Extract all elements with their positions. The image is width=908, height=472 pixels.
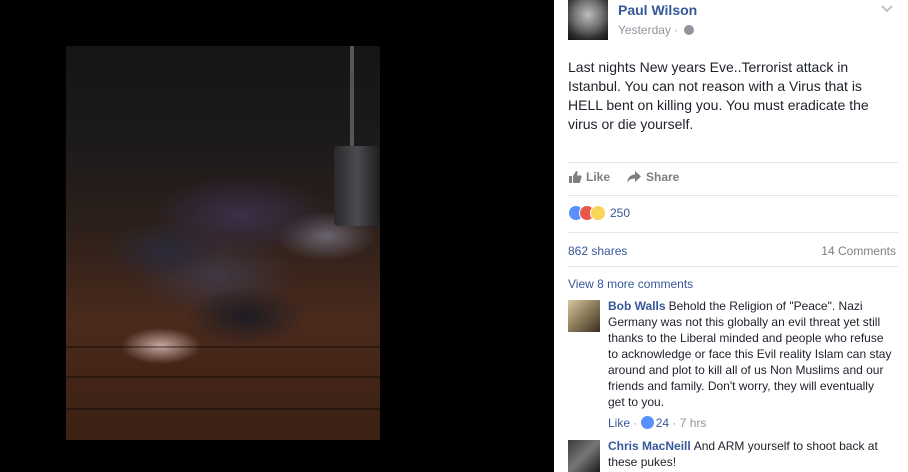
share-label: Share (646, 170, 680, 184)
view-more-comments-link[interactable]: View 8 more comments (568, 277, 693, 291)
sad-reaction-icon (590, 205, 606, 221)
meta-separator: · (672, 416, 677, 430)
reaction-count: 250 (610, 206, 631, 220)
post-panel: Paul Wilson Yesterday · Last nights New … (554, 0, 908, 472)
comment-text: Behold the Religion of "Peace". Nazi Ger… (608, 299, 892, 409)
photo-detail-plank (66, 376, 380, 378)
comment-author[interactable]: Chris MacNeill (608, 439, 691, 453)
comment: Bob Walls Behold the Religion of "Peace".… (568, 298, 898, 430)
post-timestamp: Yesterday · (618, 23, 694, 37)
divider (568, 162, 898, 163)
post-header: Paul Wilson Yesterday · (568, 0, 898, 44)
post-text: Last nights New years Eve..Terrorist att… (568, 59, 869, 132)
photo-detail-plank (66, 408, 380, 410)
shares-link[interactable]: 862 shares (568, 244, 627, 258)
comments-count[interactable]: 14 Comments (821, 244, 896, 258)
divider (568, 266, 898, 267)
like-reaction-icon (640, 416, 654, 429)
share-arrow-icon (627, 171, 641, 183)
photo-detail-plank (66, 346, 380, 348)
share-button[interactable]: Share (626, 170, 679, 184)
post-time-text[interactable]: Yesterday (618, 23, 671, 37)
divider (568, 195, 898, 196)
time-separator: · (674, 23, 679, 37)
comment-body: Chris MacNeill And ARM yourself to shoot … (608, 438, 892, 470)
divider (568, 232, 898, 233)
comment-like-count[interactable]: 24 (656, 416, 669, 430)
globe-icon (683, 25, 694, 35)
comment: Chris MacNeill And ARM yourself to shoot … (568, 438, 898, 472)
comment-meta: Like · 24 · 7 hrs (608, 416, 706, 430)
comment-like-button[interactable]: Like (608, 416, 630, 430)
photo-detail-heater (334, 146, 380, 226)
like-label: Like (586, 170, 611, 184)
avatar[interactable] (568, 0, 608, 40)
chevron-down-icon[interactable] (880, 4, 894, 14)
post-photo[interactable] (66, 46, 380, 440)
avatar[interactable] (568, 440, 600, 472)
like-button[interactable]: Like (568, 170, 610, 184)
meta-separator: · (633, 416, 638, 430)
author-name[interactable]: Paul Wilson (618, 2, 697, 18)
comment-time[interactable]: 7 hrs (680, 416, 707, 430)
photo-viewer (0, 0, 554, 472)
comment-author[interactable]: Bob Walls (608, 299, 666, 313)
avatar[interactable] (568, 300, 600, 332)
photo-detail-pole (350, 46, 354, 156)
comment-body: Bob Walls Behold the Religion of "Peace".… (608, 298, 892, 410)
thumbs-up-icon (569, 171, 582, 183)
